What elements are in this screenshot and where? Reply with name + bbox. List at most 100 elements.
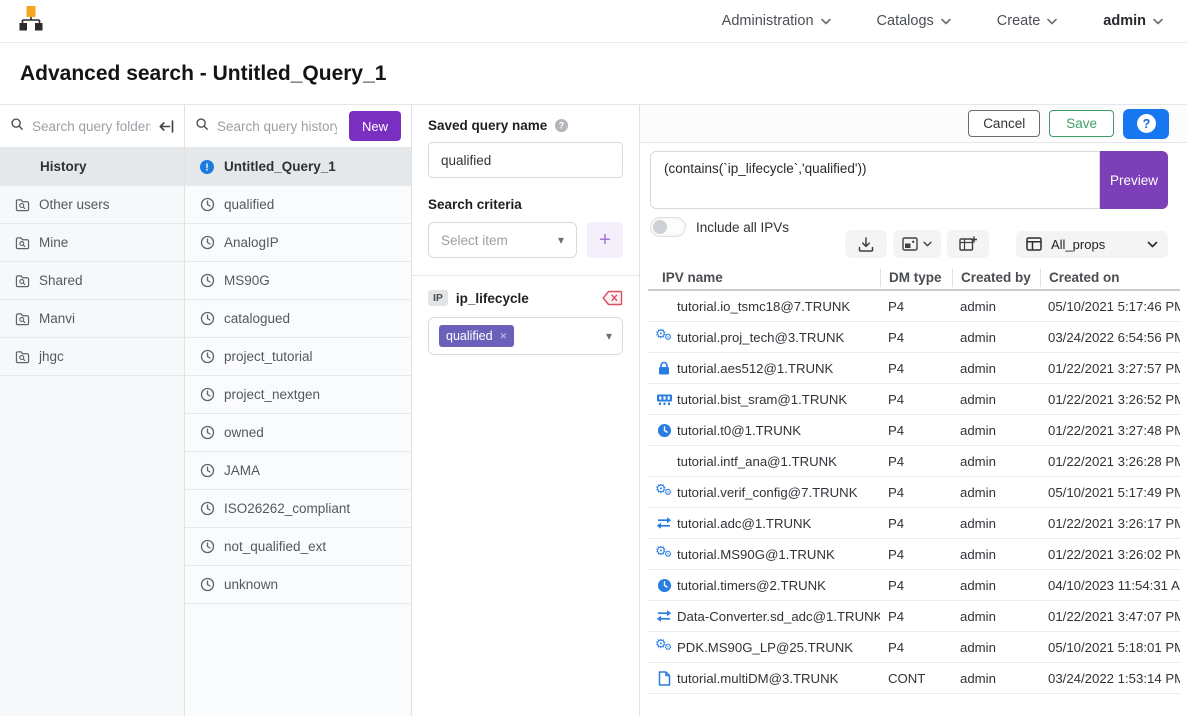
history-item-label: MS90G	[224, 273, 270, 288]
table-row[interactable]: tutorial.adc@1.TRUNKP4admin01/22/2021 3:…	[648, 508, 1180, 539]
results-table-header: IPV nameDM typeCreated byCreated on	[648, 266, 1180, 291]
remove-tag-icon[interactable]: ✕	[500, 331, 508, 342]
history-search-band: New	[185, 105, 411, 148]
saved-query-name-input[interactable]	[428, 142, 623, 178]
help-circle-icon[interactable]: ?	[554, 118, 569, 133]
history-item-untitled-query-1[interactable]: !Untitled_Query_1	[185, 148, 411, 186]
table-row[interactable]: tutorial.io_tsmc18@7.TRUNKP4admin05/10/2…	[648, 291, 1180, 322]
query-expression-box[interactable]: (contains(`ip_lifecycle`,'qualified'))	[650, 151, 1100, 209]
add-table-button[interactable]	[947, 230, 989, 258]
folders-search-input[interactable]	[32, 119, 151, 134]
folder-item-shared[interactable]: Shared	[0, 262, 184, 300]
folder-search-icon	[14, 312, 30, 326]
folder-item-other-users[interactable]: Other users	[0, 186, 184, 224]
columns-icon	[1026, 237, 1042, 251]
app-logo[interactable]	[18, 5, 44, 37]
svg-text:?: ?	[559, 121, 564, 131]
folder-item-mine[interactable]: Mine	[0, 224, 184, 262]
nav-menu-administration[interactable]: Administration	[722, 13, 831, 29]
page-title: Advanced search - Untitled_Query_1	[20, 62, 386, 86]
criteria-value-select[interactable]: qualified ✕ ▾	[428, 317, 623, 355]
ipv-name-cell: tutorial.intf_ana@1.TRUNK	[648, 454, 880, 469]
history-item-project-tutorial[interactable]: project_tutorial	[185, 338, 411, 376]
download-button[interactable]	[845, 230, 887, 258]
table-row[interactable]: tutorial.intf_ana@1.TRUNKP4admin01/22/20…	[648, 446, 1180, 477]
table-row[interactable]: tutorial.bist_sram@1.TRUNKP4admin01/22/2…	[648, 384, 1180, 415]
history-item-ms90g[interactable]: MS90G	[185, 262, 411, 300]
clock-outline-icon	[199, 463, 215, 478]
ipv-name-cell: ⚙⚙tutorial.proj_tech@3.TRUNK	[648, 329, 880, 345]
history-item-iso26262-compliant[interactable]: ISO26262_compliant	[185, 490, 411, 528]
history-item-owned[interactable]: owned	[185, 414, 411, 452]
created-on-cell: 03/24/2022 6:54:56 PM	[1040, 330, 1180, 345]
history-item-not-qualified-ext[interactable]: not_qualified_ext	[185, 528, 411, 566]
dm-type-cell: P4	[880, 485, 952, 500]
save-button[interactable]: Save	[1049, 110, 1114, 137]
table-row[interactable]: tutorial.timers@2.TRUNKP4admin04/10/2023…	[648, 570, 1180, 601]
export-image-button[interactable]	[893, 230, 941, 258]
table-row[interactable]: ⚙⚙tutorial.verif_config@7.TRUNKP4admin05…	[648, 477, 1180, 508]
folder-item-label: Mine	[39, 235, 68, 250]
history-item-unknown[interactable]: unknown	[185, 566, 411, 604]
history-item-catalogued[interactable]: catalogued	[185, 300, 411, 338]
folder-item-manvi[interactable]: Manvi	[0, 300, 184, 338]
cancel-button[interactable]: Cancel	[968, 110, 1040, 137]
ipv-name-cell: tutorial.timers@2.TRUNK	[648, 578, 880, 593]
ipv-name-cell: tutorial.io_tsmc18@7.TRUNK	[648, 299, 880, 314]
include-all-ipvs-toggle[interactable]	[650, 217, 686, 237]
created-on-cell: 01/22/2021 3:26:17 PM	[1040, 516, 1180, 531]
table-row[interactable]: ⚙⚙PDK.MS90G_LP@25.TRUNKP4admin05/10/2021…	[648, 632, 1180, 663]
created-on-cell: 01/22/2021 3:27:48 PM	[1040, 423, 1180, 438]
created-by-cell: admin	[952, 361, 1040, 376]
history-item-qualified[interactable]: qualified	[185, 186, 411, 224]
folder-item-label: History	[40, 159, 87, 174]
nav-menu-catalogs[interactable]: Catalogs	[877, 13, 951, 29]
ipv-name-cell: Data-Converter.sd_adc@1.TRUNK	[648, 609, 880, 624]
created-on-cell: 05/10/2021 5:17:49 PM	[1040, 485, 1180, 500]
gears-icon: ⚙⚙	[654, 329, 674, 345]
created-on-cell: 01/22/2021 3:26:02 PM	[1040, 547, 1180, 562]
clock-outline-icon	[199, 197, 215, 212]
ipv-name: PDK.MS90G_LP@25.TRUNK	[677, 640, 853, 655]
history-search-input[interactable]	[217, 119, 337, 134]
table-row[interactable]: Data-Converter.sd_adc@1.TRUNKP4admin01/2…	[648, 601, 1180, 632]
ipv-name: tutorial.adc@1.TRUNK	[677, 516, 811, 531]
add-criteria-button[interactable]: +	[587, 222, 623, 258]
new-query-button[interactable]: New	[349, 111, 401, 141]
ipv-name-cell: tutorial.t0@1.TRUNK	[648, 423, 880, 438]
folder-item-history[interactable]: History	[0, 148, 184, 186]
created-by-cell: admin	[952, 640, 1040, 655]
dm-type-cell: P4	[880, 330, 952, 345]
remove-criteria-icon[interactable]	[602, 290, 623, 306]
ip-badge: IP	[428, 290, 448, 306]
table-row[interactable]: tutorial.multiDM@3.TRUNKCONTadmin03/24/2…	[648, 663, 1180, 694]
table-row[interactable]: ⚙⚙tutorial.proj_tech@3.TRUNKP4admin03/24…	[648, 322, 1180, 353]
table-row[interactable]: tutorial.t0@1.TRUNKP4admin01/22/2021 3:2…	[648, 415, 1180, 446]
history-item-analogip[interactable]: AnalogIP	[185, 224, 411, 262]
criteria-select[interactable]: Select item ▾	[428, 222, 577, 258]
lock-icon	[654, 361, 674, 376]
collapse-panel-icon[interactable]	[159, 120, 174, 133]
nav-menu-create[interactable]: Create	[997, 13, 1058, 29]
saved-query-name-label: Saved query name	[428, 118, 547, 133]
history-item-project-nextgen[interactable]: project_nextgen	[185, 376, 411, 414]
table-row[interactable]: ⚙⚙tutorial.MS90G@1.TRUNKP4admin01/22/202…	[648, 539, 1180, 570]
dm-type-cell: P4	[880, 392, 952, 407]
help-button[interactable]: ?	[1123, 109, 1169, 139]
preview-button[interactable]: Preview	[1100, 151, 1168, 209]
clock-outline-icon	[199, 311, 215, 326]
history-item-label: project_tutorial	[224, 349, 313, 364]
search-criteria-panel: Saved query name ? Search criteria Selec…	[412, 105, 640, 716]
ipv-name: tutorial.t0@1.TRUNK	[677, 423, 801, 438]
created-by-cell: admin	[952, 454, 1040, 469]
folder-item-jhgc[interactable]: jhgc	[0, 338, 184, 376]
nav-user-menu[interactable]: admin	[1103, 13, 1163, 29]
history-item-jama[interactable]: JAMA	[185, 452, 411, 490]
dm-type-cell: P4	[880, 361, 952, 376]
folder-item-label: Other users	[39, 197, 110, 212]
columns-preset-select[interactable]: All_props	[1016, 231, 1168, 258]
search-icon	[10, 117, 24, 136]
info-icon: !	[199, 159, 215, 175]
results-panel: Cancel Save ? (contains(`ip_lifecycle`,'…	[640, 105, 1187, 716]
table-row[interactable]: tutorial.aes512@1.TRUNKP4admin01/22/2021…	[648, 353, 1180, 384]
